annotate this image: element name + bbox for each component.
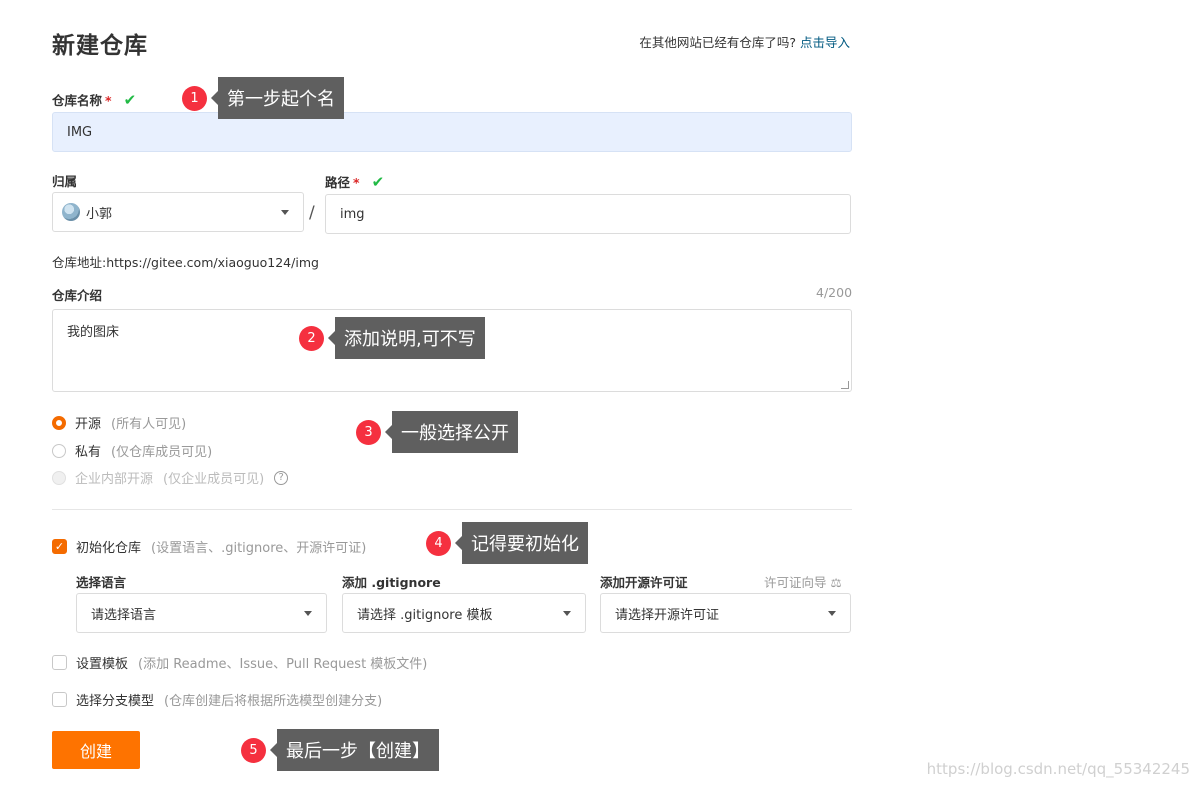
template-hint: (添加 Readme、Issue、Pull Request 模板文件) — [138, 657, 428, 672]
description-counter: 4/200 — [816, 285, 853, 300]
watermark: https://blog.csdn.net/qq_55342245 — [926, 760, 1190, 778]
page-title: 新建仓库 — [52, 33, 148, 59]
init-repo-label: 初始化仓库 — [76, 541, 142, 556]
description-value: 我的图床 — [67, 325, 120, 340]
annotation-2: 2 添加说明,可不写 — [299, 317, 485, 359]
branch-model-checkbox-row[interactable]: 选择分支模型 (仓库创建后将根据所选模型创建分支) — [52, 690, 382, 709]
owner-label: 归属 — [52, 174, 78, 189]
option-label: 私有 — [75, 445, 102, 460]
annotation-1: 1 第一步起个名 — [182, 77, 344, 119]
path-label-row: 路径 * ✔ — [325, 172, 384, 191]
annotation-badge: 2 — [299, 325, 324, 351]
annotation-5: 5 最后一步【创建】 — [241, 729, 439, 771]
annotation-tip: 记得要初始化 — [455, 522, 588, 564]
template-checkbox-row[interactable]: 设置模板 (添加 Readme、Issue、Pull Request 模板文件) — [52, 653, 427, 672]
license-guide-link[interactable]: 许可证向导 ⚖ — [764, 572, 842, 591]
template-label: 设置模板 — [76, 657, 129, 672]
language-label: 选择语言 — [76, 575, 127, 590]
checkbox-icon[interactable] — [52, 655, 67, 670]
required-mark: * — [353, 175, 360, 190]
init-repo-hint: (设置语言、.gitignore、开源许可证) — [151, 541, 367, 556]
radio-icon[interactable] — [52, 443, 66, 458]
annotation-badge: 4 — [426, 530, 451, 556]
visibility-option-enterprise: 企业内部开源 (仅企业成员可见) ? — [52, 468, 289, 487]
owner-value: 小郭 — [86, 206, 113, 222]
checkbox-icon[interactable] — [52, 692, 67, 707]
annotation-tip: 一般选择公开 — [385, 411, 518, 453]
create-button[interactable]: 创建 — [52, 731, 140, 769]
repo-name-label: 仓库名称 — [52, 93, 103, 108]
chevron-down-icon — [304, 610, 312, 616]
branch-model-label: 选择分支模型 — [76, 694, 155, 709]
annotation-4: 4 记得要初始化 — [426, 522, 588, 564]
gitignore-label: 添加 .gitignore — [342, 575, 441, 590]
scale-icon: ⚖ — [830, 575, 842, 590]
annotation-tip: 添加说明,可不写 — [328, 317, 485, 359]
repo-name-input[interactable]: IMG — [52, 112, 852, 152]
language-placeholder: 请选择语言 — [91, 607, 157, 623]
annotation-badge: 1 — [182, 85, 207, 111]
license-placeholder: 请选择开源许可证 — [615, 607, 720, 623]
visibility-option-public[interactable]: 开源 (所有人可见) — [52, 413, 186, 432]
valid-check-icon: ✔ — [123, 91, 137, 109]
required-mark: * — [105, 93, 112, 108]
license-select[interactable]: 请选择开源许可证 — [600, 593, 851, 633]
init-repo-checkbox-row[interactable]: ✓ 初始化仓库 (设置语言、.gitignore、开源许可证) — [52, 537, 366, 556]
section-divider — [52, 509, 852, 510]
annotation-tip: 第一步起个名 — [211, 77, 344, 119]
license-label: 添加开源许可证 — [600, 575, 688, 590]
annotation-tip: 最后一步【创建】 — [270, 729, 439, 771]
description-label: 仓库介绍 — [52, 288, 103, 303]
option-label: 开源 — [75, 417, 102, 432]
owner-select[interactable]: 小郭 — [52, 192, 304, 232]
chevron-down-icon — [281, 209, 289, 215]
help-icon[interactable]: ? — [274, 470, 289, 485]
repo-url: 仓库地址:https://gitee.com/xiaoguo124/img — [52, 255, 319, 270]
import-prompt: 在其他网站已经有仓库了吗? 点击导入 — [639, 32, 850, 51]
annotation-badge: 5 — [241, 737, 266, 763]
path-value: img — [340, 206, 365, 222]
user-avatar — [62, 203, 80, 221]
checkbox-checked-icon[interactable]: ✓ — [52, 539, 67, 554]
valid-check-icon: ✔ — [371, 173, 385, 191]
annotation-badge: 3 — [356, 419, 381, 445]
import-link[interactable]: 点击导入 — [800, 35, 850, 50]
option-label: 企业内部开源 — [75, 472, 154, 487]
radio-selected-icon[interactable] — [52, 415, 66, 430]
resize-handle[interactable] — [841, 381, 849, 389]
chevron-down-icon — [828, 610, 836, 616]
visibility-option-private[interactable]: 私有 (仅仓库成员可见) — [52, 441, 212, 460]
repo-name-label-row: 仓库名称 * ✔ — [52, 90, 136, 109]
repo-name-value: IMG — [67, 124, 93, 140]
path-separator: / — [309, 203, 315, 223]
branch-model-hint: (仓库创建后将根据所选模型创建分支) — [164, 694, 383, 709]
license-guide-label: 许可证向导 — [764, 575, 827, 590]
annotation-3: 3 一般选择公开 — [356, 411, 518, 453]
gitignore-placeholder: 请选择 .gitignore 模板 — [357, 607, 493, 623]
language-select[interactable]: 请选择语言 — [76, 593, 327, 633]
option-hint: (仅仓库成员可见) — [111, 445, 213, 460]
gitignore-select[interactable]: 请选择 .gitignore 模板 — [342, 593, 586, 633]
radio-disabled-icon — [52, 470, 66, 485]
option-hint: (仅企业成员可见) — [163, 472, 265, 487]
path-input[interactable]: img — [325, 194, 851, 234]
option-hint: (所有人可见) — [111, 417, 187, 432]
chevron-down-icon — [563, 610, 571, 616]
import-question: 在其他网站已经有仓库了吗? — [639, 35, 796, 50]
path-label: 路径 — [325, 175, 351, 190]
